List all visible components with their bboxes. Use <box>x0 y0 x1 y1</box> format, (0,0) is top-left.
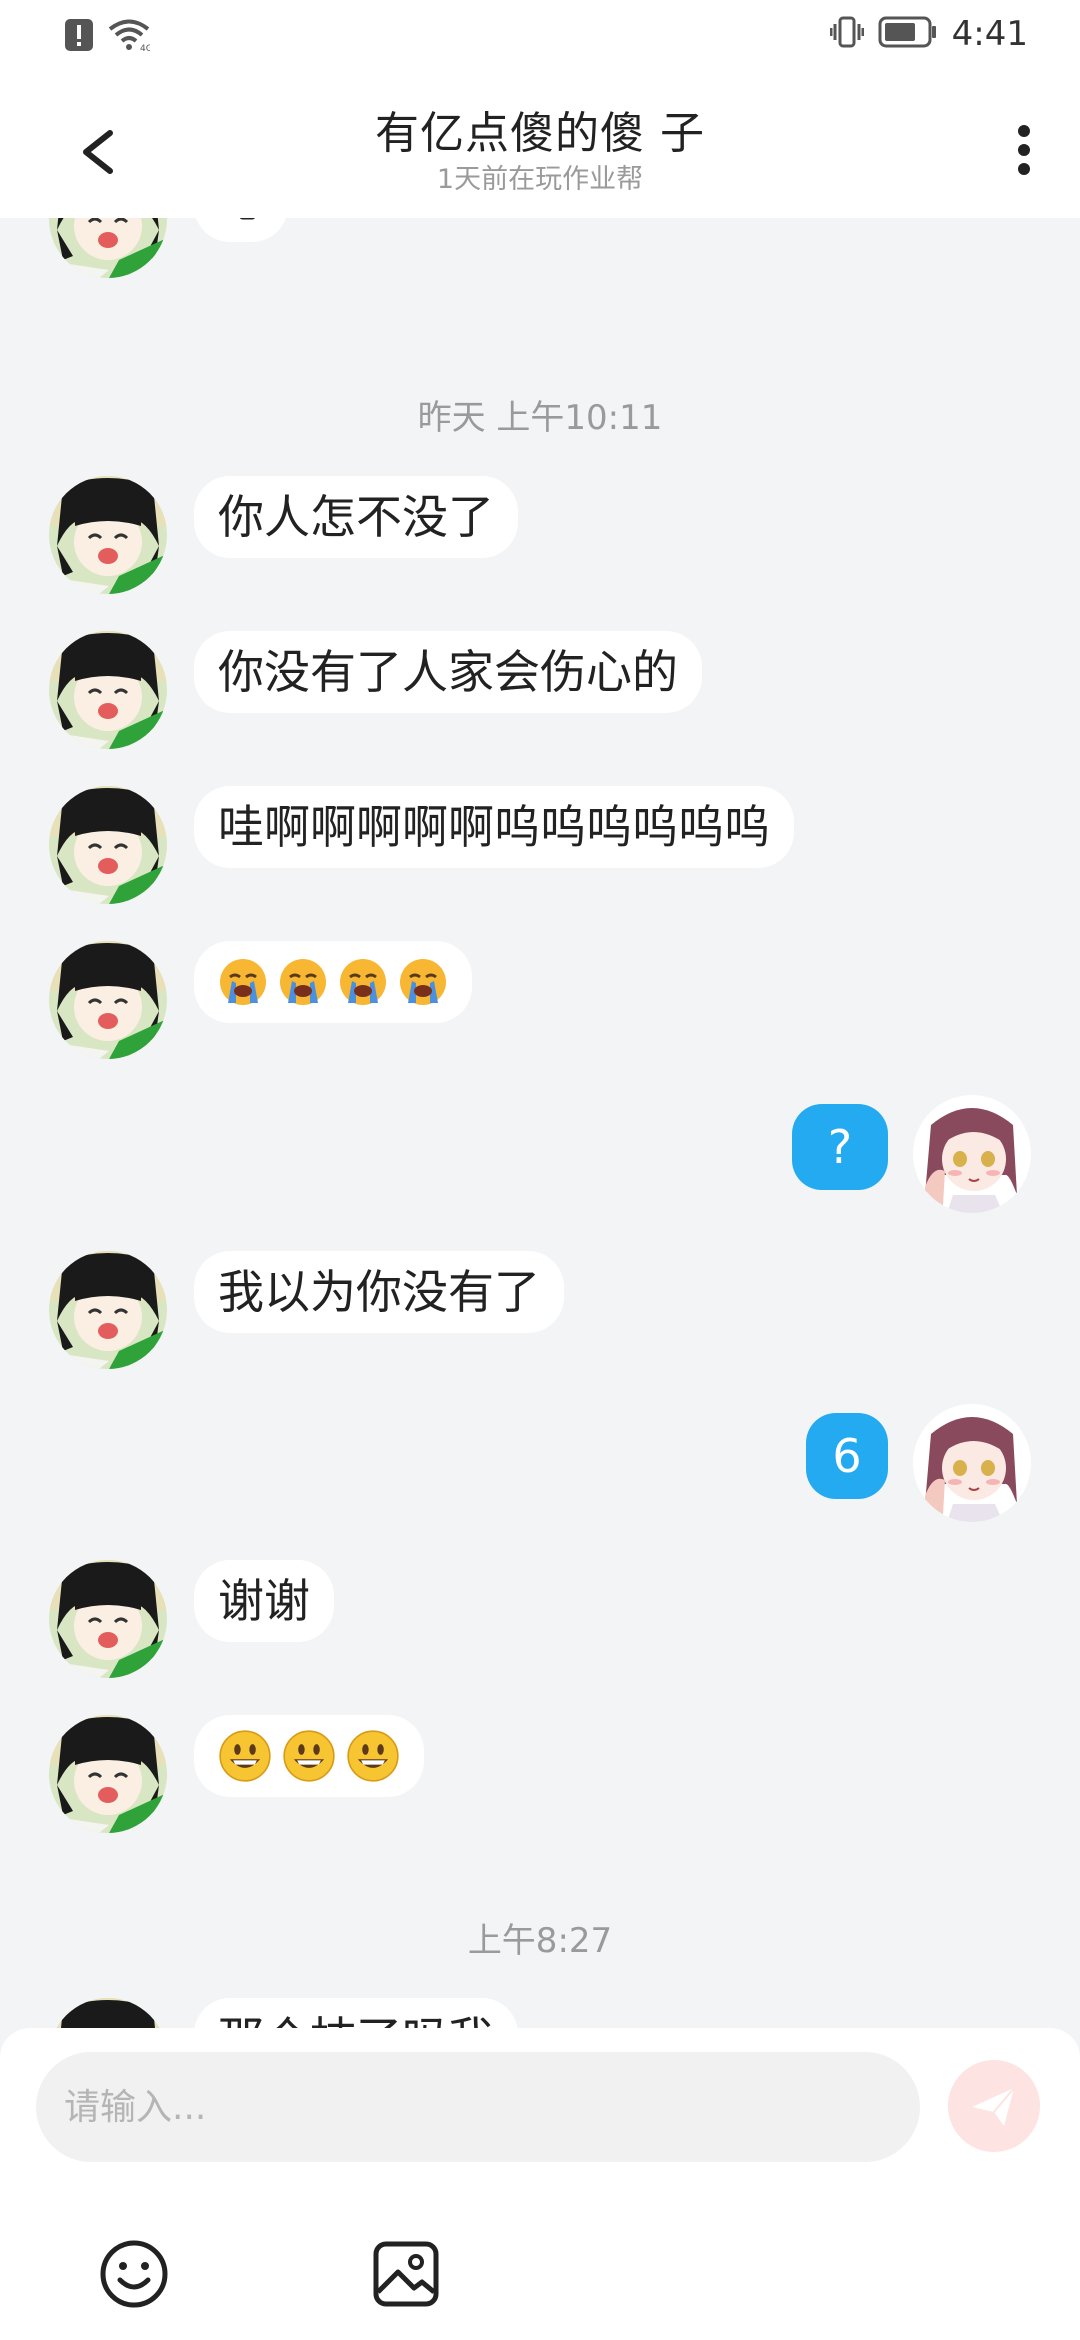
alert-icon <box>64 18 94 56</box>
more-vertical-icon[interactable] <box>1004 115 1044 185</box>
message-row: 6 <box>0 1404 1080 1522</box>
message-row: 嗯 <box>0 218 1080 278</box>
outgoing-message-bubble[interactable]: 6 <box>806 1413 888 1499</box>
grinning-face-icon <box>218 1729 272 1783</box>
chat-screen: 4G 4:41 有亿点傻的傻 子 1天前在玩作业帮 昨天 上午10:11 你人怎… <box>0 0 1080 2340</box>
contact-avatar[interactable] <box>49 476 167 594</box>
message-row <box>0 941 1080 1059</box>
loudly-crying-face-icon <box>278 957 328 1007</box>
svg-text:4G: 4G <box>140 44 150 52</box>
message-row <box>0 1715 1080 1833</box>
message-bubble[interactable]: 我以为你没有了 <box>194 1251 564 1333</box>
chat-header: 有亿点傻的傻 子 1天前在玩作业帮 <box>0 75 1080 218</box>
message-row: 我以为你没有了 <box>0 1251 1080 1369</box>
send-icon[interactable] <box>948 2060 1040 2152</box>
my-avatar[interactable] <box>913 1404 1031 1522</box>
grinning-face-icon <box>282 1729 336 1783</box>
contact-avatar[interactable] <box>49 1251 167 1369</box>
loudly-crying-face-icon <box>398 957 448 1007</box>
message-row: 谢谢 <box>0 1560 1080 1678</box>
message-row: ? <box>0 1095 1080 1213</box>
contact-avatar[interactable] <box>49 631 167 749</box>
message-bubble[interactable]: 嗯 <box>194 218 288 242</box>
message-bubble[interactable]: 那个抹了吗我 <box>194 1998 518 2030</box>
contact-avatar[interactable] <box>49 1998 167 2030</box>
vibrate-icon <box>829 15 865 53</box>
image-icon[interactable] <box>370 2238 442 2310</box>
emoji-icon[interactable] <box>98 2238 170 2310</box>
message-row: 那个抹了吗我 <box>0 1998 1080 2030</box>
message-row: 哇啊啊啊啊啊呜呜呜呜呜呜 <box>0 786 1080 904</box>
grinning-face-icon <box>346 1729 400 1783</box>
my-avatar[interactable] <box>913 1095 1031 1213</box>
timestamp: 昨天 上午10:11 <box>417 398 663 438</box>
emoji-message-bubble[interactable] <box>194 1715 424 1797</box>
wifi-icon: 4G <box>108 18 153 56</box>
contact-avatar[interactable] <box>49 218 167 278</box>
contact-avatar[interactable] <box>49 1560 167 1678</box>
chat-title: 有亿点傻的傻 子 <box>375 108 705 159</box>
outgoing-message-bubble[interactable]: ? <box>792 1104 888 1190</box>
status-time: 4:41 <box>951 14 1028 54</box>
message-row: 你没有了人家会伤心的 <box>0 631 1080 749</box>
message-bubble[interactable]: 哇啊啊啊啊啊呜呜呜呜呜呜 <box>194 786 794 868</box>
composer <box>0 2028 1080 2340</box>
message-list[interactable]: 嗯 昨天 上午10:11 你人怎不没了 你没有了人家会伤心的 哇啊啊啊啊啊呜呜呜… <box>0 218 1080 2030</box>
contact-avatar[interactable] <box>49 786 167 904</box>
loudly-crying-face-icon <box>218 957 268 1007</box>
message-bubble[interactable]: 谢谢 <box>194 1560 334 1642</box>
emoji-message-bubble[interactable] <box>194 941 472 1023</box>
timestamp: 上午8:27 <box>467 1921 613 1961</box>
chat-subtitle: 1天前在玩作业帮 <box>436 164 644 195</box>
message-input[interactable] <box>36 2052 920 2162</box>
message-row: 你人怎不没了 <box>0 476 1080 594</box>
contact-avatar[interactable] <box>49 1715 167 1833</box>
message-bubble[interactable]: 你没有了人家会伤心的 <box>194 631 702 713</box>
message-bubble[interactable]: 你人怎不没了 <box>194 476 518 558</box>
contact-avatar[interactable] <box>49 941 167 1059</box>
battery-icon <box>878 16 938 52</box>
status-bar: 4G 4:41 <box>0 0 1080 75</box>
loudly-crying-face-icon <box>338 957 388 1007</box>
